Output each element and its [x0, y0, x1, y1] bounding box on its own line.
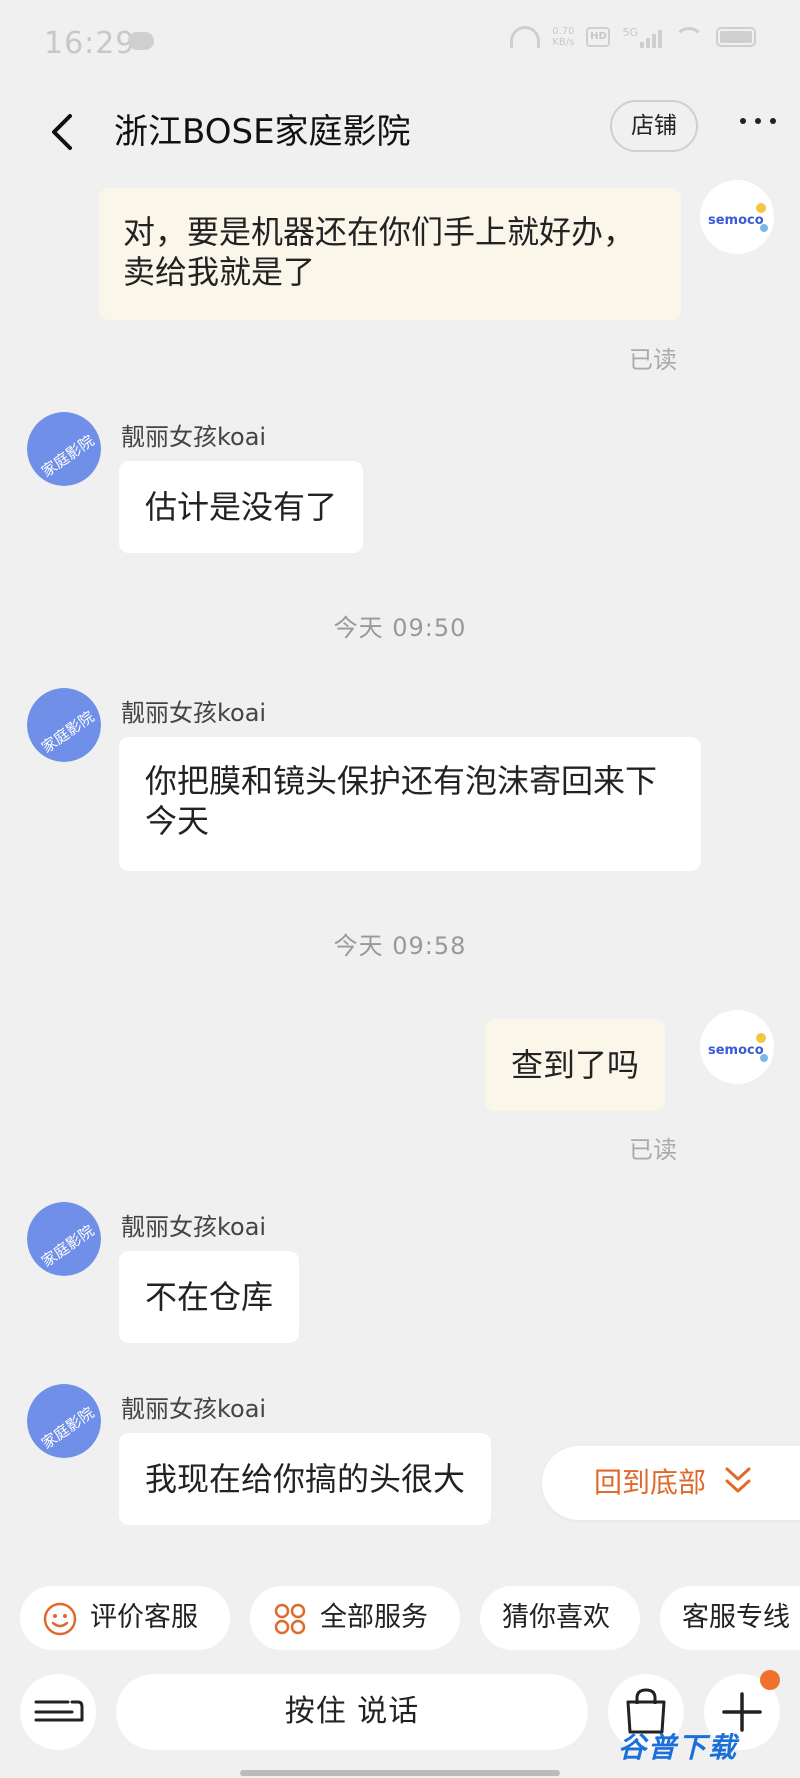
quick-action-label: 猜你喜欢 — [502, 1602, 610, 1633]
hold-to-talk-button[interactable]: 按住 说话 — [116, 1674, 588, 1750]
keyboard-icon — [34, 1700, 84, 1722]
message-text: 不在仓库 — [145, 1278, 274, 1316]
shop-avatar[interactable]: 家庭影院 — [27, 688, 101, 762]
more-options-icon[interactable] — [740, 115, 776, 127]
quick-action-label: 评价客服 — [90, 1602, 198, 1633]
grid-services-icon — [274, 1603, 306, 1635]
scroll-to-bottom-button[interactable]: 回到底部 — [542, 1446, 800, 1520]
service-hotline-button[interactable]: 客服专线 — [660, 1586, 800, 1650]
shop-logo-icon: 家庭影院 — [27, 412, 101, 486]
read-receipt: 已读 — [629, 346, 677, 374]
shop-avatar[interactable]: 家庭影院 — [27, 412, 101, 486]
notification-dot — [760, 1670, 780, 1690]
shop-avatar[interactable]: 家庭影院 — [27, 1202, 101, 1276]
shop-button[interactable]: 店铺 — [610, 100, 698, 152]
message-text: 对，要是机器还在你们手上就好办，卖给我就是了 — [123, 213, 636, 291]
cloud-icon — [128, 32, 154, 50]
wifi-icon — [674, 27, 704, 47]
rate-service-button[interactable]: 评价客服 — [20, 1586, 230, 1650]
watermark-text: 谷普下载 — [618, 1731, 739, 1764]
timestamp: 今天 09:58 — [333, 932, 467, 960]
my-avatar[interactable]: semoco — [700, 180, 774, 254]
shop-logo-icon: 家庭影院 — [27, 1202, 101, 1276]
shop-logo-icon: 家庭影院 — [27, 1384, 101, 1458]
home-indicator[interactable] — [240, 1770, 560, 1776]
chat-header: 浙江BOSE家庭影院 店铺 — [0, 90, 800, 190]
semoco-logo-icon: semoco — [700, 180, 774, 254]
speedometer-icon — [510, 26, 541, 48]
battery-icon — [716, 27, 756, 47]
sender-name: 靓丽女孩koai — [121, 699, 267, 727]
smiley-icon — [43, 1602, 77, 1636]
message-text: 你把膜和镜头保护还有泡沫寄回来下今天 — [145, 762, 658, 840]
message-text: 估计是没有了 — [145, 488, 338, 526]
message-text: 查到了吗 — [511, 1046, 640, 1084]
net-speed: 0.70 KB/s — [552, 26, 575, 48]
incoming-message-bubble[interactable]: 我现在给你搞的头很大 — [119, 1433, 492, 1525]
shop-logo-icon: 家庭影院 — [27, 688, 101, 762]
sender-name: 靓丽女孩koai — [121, 1213, 267, 1241]
page-title: 浙江BOSE家庭影院 — [114, 112, 411, 152]
quick-action-label: 客服专线 — [682, 1602, 790, 1633]
all-services-button[interactable]: 全部服务 — [250, 1586, 460, 1650]
chevron-double-down-icon — [725, 1467, 751, 1493]
my-avatar[interactable]: semoco — [700, 1010, 774, 1084]
quick-actions-bar: 评价客服 全部服务 猜你喜欢 客服专线 — [0, 1586, 800, 1650]
status-bar: 16:29 0.70 KB/s HD 5G — [0, 0, 800, 90]
scroll-to-bottom-label: 回到底部 — [594, 1466, 707, 1499]
my-message-bubble[interactable]: 对，要是机器还在你们手上就好办，卖给我就是了 — [99, 188, 681, 320]
semoco-logo-icon: semoco — [700, 1010, 774, 1084]
status-icons: 0.70 KB/s HD 5G — [510, 26, 756, 48]
guess-you-like-button[interactable]: 猜你喜欢 — [480, 1586, 640, 1650]
sender-name: 靓丽女孩koai — [121, 1395, 267, 1423]
message-text: 我现在给你搞的头很大 — [145, 1460, 466, 1498]
my-message-bubble[interactable]: 查到了吗 — [485, 1019, 666, 1111]
signal-icon: 5G — [622, 26, 662, 48]
sender-name: 靓丽女孩koai — [121, 423, 267, 451]
incoming-message-bubble[interactable]: 估计是没有了 — [119, 461, 364, 553]
keyboard-toggle-button[interactable] — [20, 1674, 96, 1750]
quick-action-label: 全部服务 — [320, 1602, 428, 1633]
read-receipt: 已读 — [629, 1136, 677, 1164]
svg-text:semoco: semoco — [708, 213, 764, 228]
hd-icon: HD — [586, 27, 611, 47]
back-arrow-icon[interactable] — [42, 110, 86, 154]
incoming-message-bubble[interactable]: 不在仓库 — [119, 1251, 300, 1343]
svg-text:semoco: semoco — [708, 1043, 764, 1058]
shop-avatar[interactable]: 家庭影院 — [27, 1384, 101, 1458]
incoming-message-bubble[interactable]: 你把膜和镜头保护还有泡沫寄回来下今天 — [119, 737, 701, 871]
timestamp: 今天 09:50 — [333, 614, 467, 642]
status-time: 16:29 — [44, 26, 136, 61]
